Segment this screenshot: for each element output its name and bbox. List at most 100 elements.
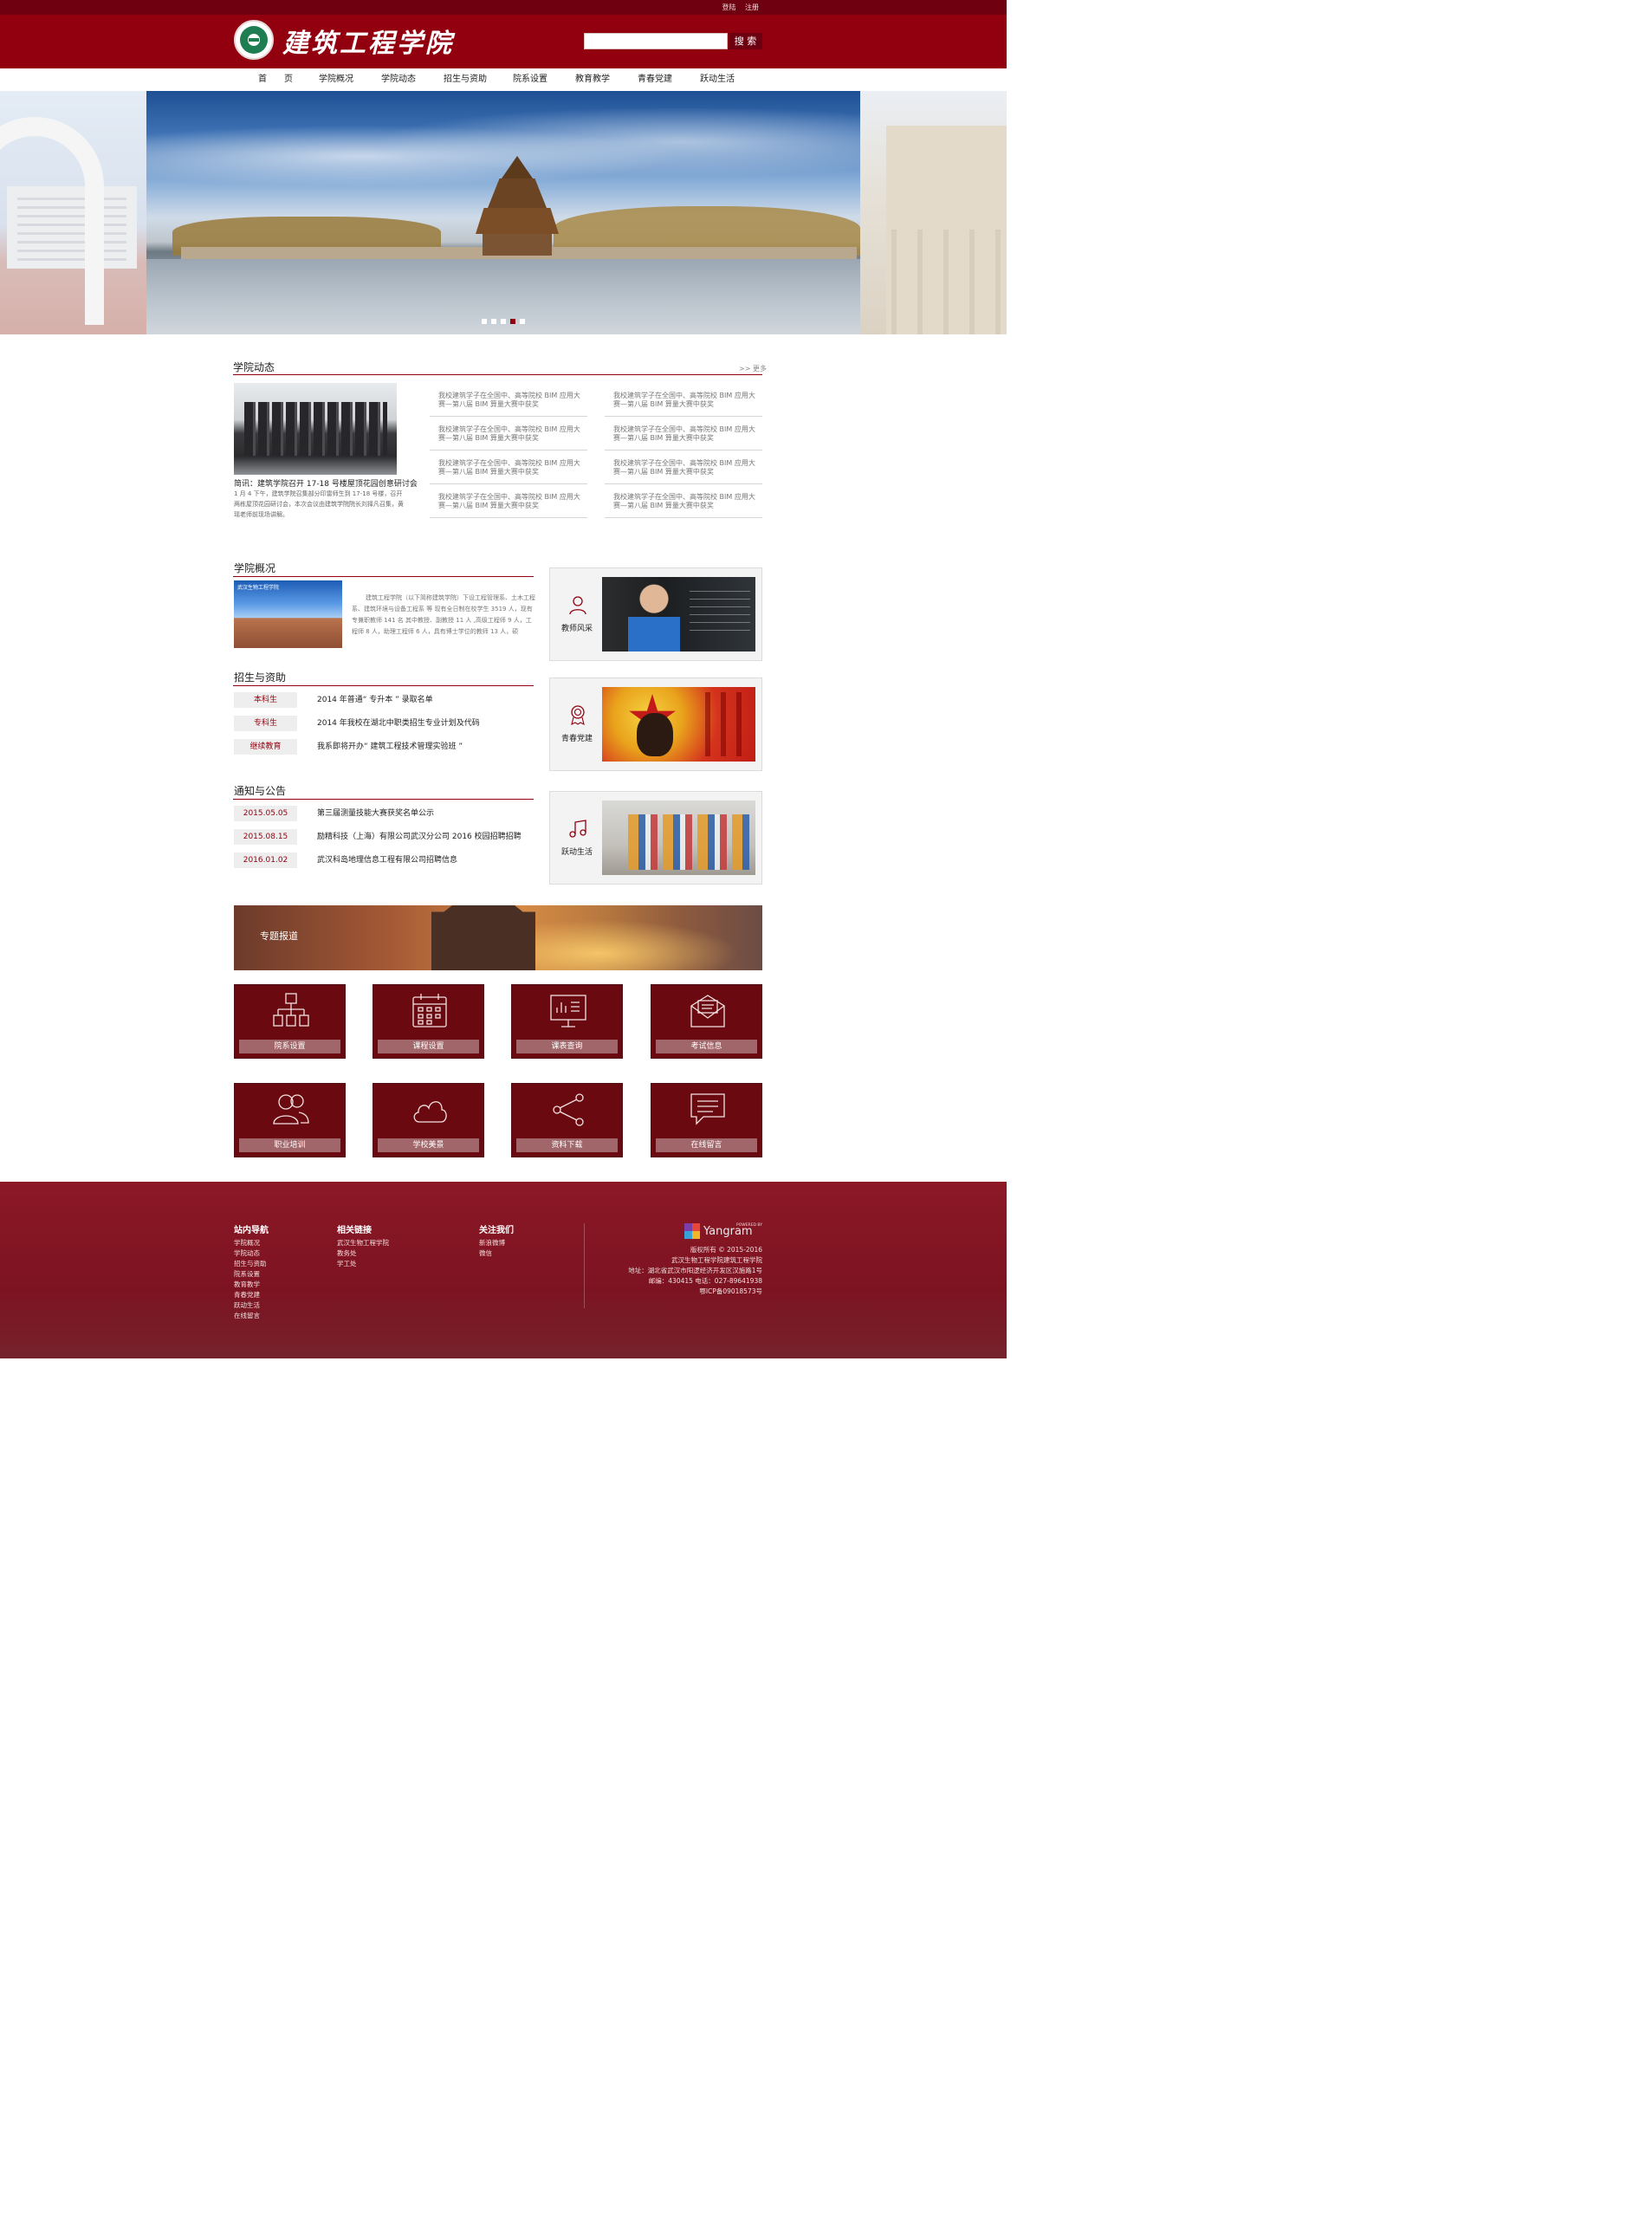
cloud-icon xyxy=(413,1101,447,1123)
tile-label: 课表查询 xyxy=(516,1040,618,1053)
notice-link[interactable]: 第三届测量技能大赛获奖名单公示 xyxy=(317,806,434,821)
notice-link[interactable]: 励精科技（上海）有限公司武汉分公司 2016 校园招聘招聘 xyxy=(317,829,522,845)
corner-tower xyxy=(476,156,559,256)
teacher-photo xyxy=(602,577,755,651)
news-list-item[interactable]: 我校建筑学子在全国中、高等院校 BIM 应用大赛—第八届 BIM 算量大赛中获奖 xyxy=(430,418,587,451)
tile-messages[interactable]: 在线留言 xyxy=(651,1083,762,1157)
badge-icon xyxy=(571,705,585,725)
nav-item[interactable]: 院系设置 xyxy=(513,68,547,91)
powered-by-logo[interactable]: POWERED BY Yangram xyxy=(684,1223,764,1241)
search-input[interactable] xyxy=(584,33,728,49)
nav-item[interactable]: 首 页 xyxy=(258,68,293,91)
footer-link[interactable]: 武汉生物工程学院 xyxy=(337,1238,389,1248)
footer-link[interactable]: 教育教学 xyxy=(234,1280,260,1289)
notice-date: 2016.01.02 xyxy=(234,852,297,868)
banner-dot[interactable] xyxy=(491,319,496,324)
teacher-figure xyxy=(628,584,680,651)
footer-divider xyxy=(584,1223,585,1308)
banner-main-photo xyxy=(146,91,860,334)
news-item-text: 我校建筑学子在全国中、高等院校 BIM 应用大赛—第八届 BIM 算量大赛中获奖 xyxy=(438,425,580,442)
news-item-text: 我校建筑学子在全国中、高等院校 BIM 应用大赛—第八届 BIM 算量大赛中获奖 xyxy=(613,493,755,509)
card-teachers[interactable]: 教师风采 xyxy=(549,567,762,661)
news-list-item[interactable]: 我校建筑学子在全国中、高等院校 BIM 应用大赛—第八届 BIM 算量大赛中获奖 xyxy=(605,451,762,484)
news-list-item[interactable]: 我校建筑学子在全国中、高等院校 BIM 应用大赛—第八届 BIM 算量大赛中获奖 xyxy=(605,384,762,417)
footer-landscape xyxy=(0,1289,1007,1358)
special-report-label: 专题报道 xyxy=(260,930,298,942)
overview-image[interactable]: 武汉生物工程学院 xyxy=(234,580,342,648)
footer-link[interactable]: 招生与资助 xyxy=(234,1259,267,1268)
overview-title: 学院概况 xyxy=(234,562,276,574)
person-icon xyxy=(569,596,586,615)
footer-info-line: 鄂ICP备09018573号 xyxy=(699,1287,762,1295)
footer-info-line: 武汉生物工程学院建筑工程学院 xyxy=(671,1256,762,1264)
footer-info-line: 地址：湖北省武汉市阳逻经济开发区汉施路1号 xyxy=(628,1267,762,1274)
nav-item[interactable]: 学院概况 xyxy=(319,68,353,91)
footer-link[interactable]: 学院概况 xyxy=(234,1238,260,1248)
nav-item[interactable]: 招生与资助 xyxy=(444,68,487,91)
admissions-category[interactable]: 继续教育 xyxy=(234,739,297,755)
search-button[interactable]: 搜 索 xyxy=(729,33,762,49)
calendar-icon xyxy=(412,994,447,1027)
overview-title-line xyxy=(233,576,534,577)
news-list-item[interactable]: 我校建筑学子在全国中、高等院校 BIM 应用大赛—第八届 BIM 算量大赛中获奖 xyxy=(430,451,587,484)
footer-follow-title: 关注我们 xyxy=(479,1226,514,1235)
footer-link[interactable]: 跃动生活 xyxy=(234,1300,260,1310)
tile-courses[interactable]: 课程设置 xyxy=(373,984,484,1059)
tile-training[interactable]: 职业培训 xyxy=(234,1083,346,1157)
banner-dot[interactable] xyxy=(501,319,506,324)
nav-item[interactable]: 青春党建 xyxy=(638,68,672,91)
footer-link[interactable]: 学工处 xyxy=(337,1259,357,1268)
tile-departments[interactable]: 院系设置 xyxy=(234,984,346,1059)
footer-link[interactable]: 学院动态 xyxy=(234,1248,260,1258)
card-label: 跃动生活 xyxy=(560,848,593,857)
footer-link[interactable]: 微信 xyxy=(479,1248,492,1258)
tower-roof-top xyxy=(502,156,533,178)
footer-link[interactable]: 青春党建 xyxy=(234,1290,260,1300)
footer-link[interactable]: 院系设置 xyxy=(234,1269,260,1279)
news-more-link[interactable]: >> 更多 xyxy=(739,364,767,373)
tower-base xyxy=(483,234,552,256)
banner-dot[interactable] xyxy=(520,319,525,324)
register-link[interactable]: 注册 xyxy=(745,3,759,11)
footer-link[interactable]: 新浪微博 xyxy=(479,1238,505,1248)
card-party[interactable]: 青春党建 xyxy=(549,677,762,771)
school-logo[interactable] xyxy=(234,20,274,60)
tile-timetable[interactable]: 课表查询 xyxy=(511,984,623,1059)
org-chart-icon xyxy=(273,993,309,1027)
news-photo[interactable] xyxy=(234,383,397,475)
footer-link[interactable]: 在线留言 xyxy=(234,1311,260,1320)
nav-item[interactable]: 教育教学 xyxy=(575,68,610,91)
banner-dot[interactable] xyxy=(510,319,515,324)
banner-dot[interactable] xyxy=(482,319,487,324)
nav-item[interactable]: 跃动生活 xyxy=(700,68,735,91)
top-links: 登陆 注册 xyxy=(715,3,759,12)
notice-link[interactable]: 武汉科岛地理信息工程有限公司招聘信息 xyxy=(317,852,457,868)
share-icon xyxy=(553,1093,584,1126)
poster-calligraphy xyxy=(695,692,748,756)
news-list-item[interactable]: 我校建筑学子在全国中、高等院校 BIM 应用大赛—第八届 BIM 算量大赛中获奖 xyxy=(605,485,762,518)
party-poster xyxy=(602,687,755,762)
card-life[interactable]: 跃动生活 xyxy=(549,791,762,885)
news-list-item[interactable]: 我校建筑学子在全国中、高等院校 BIM 应用大赛—第八届 BIM 算量大赛中获奖 xyxy=(430,384,587,417)
login-link[interactable]: 登陆 xyxy=(722,3,735,11)
footer-info-line: 邮编：430415 电话：027-89641938 xyxy=(648,1277,762,1285)
admissions-category[interactable]: 专科生 xyxy=(234,716,297,731)
tile-scenery[interactable]: 学校美景 xyxy=(373,1083,484,1157)
special-report-banner[interactable]: 专题报道 xyxy=(234,905,762,970)
news-headline[interactable]: 简讯：建筑学院召开 17-18 号楼屋顶花园创意研讨会 xyxy=(234,477,418,489)
footer-link[interactable]: 教务处 xyxy=(337,1248,357,1258)
admissions-link[interactable]: 我系即将开办“ 建筑工程技术管理实验班 ” xyxy=(317,739,463,755)
news-list-item[interactable]: 我校建筑学子在全国中、高等院校 BIM 应用大赛—第八届 BIM 算量大赛中获奖 xyxy=(605,418,762,451)
tile-label: 在线留言 xyxy=(656,1138,757,1152)
admissions-link[interactable]: 2014 年我校在湖北中职类招生专业计划及代码 xyxy=(317,716,480,731)
tile-label: 课程设置 xyxy=(378,1040,479,1053)
tile-downloads[interactable]: 资料下载 xyxy=(511,1083,623,1157)
admissions-category[interactable]: 本科生 xyxy=(234,692,297,708)
nav-item[interactable]: 学院动态 xyxy=(381,68,416,91)
admissions-title-line xyxy=(233,685,534,686)
news-list-item[interactable]: 我校建筑学子在全国中、高等院校 BIM 应用大赛—第八届 BIM 算量大赛中获奖 xyxy=(430,485,587,518)
news-title: 学院动态 xyxy=(233,361,275,373)
admissions-link[interactable]: 2014 年普通“ 专升本 ” 录取名单 xyxy=(317,692,433,708)
tile-exams[interactable]: 考试信息 xyxy=(651,984,762,1059)
tile-label: 学校美景 xyxy=(378,1138,479,1152)
